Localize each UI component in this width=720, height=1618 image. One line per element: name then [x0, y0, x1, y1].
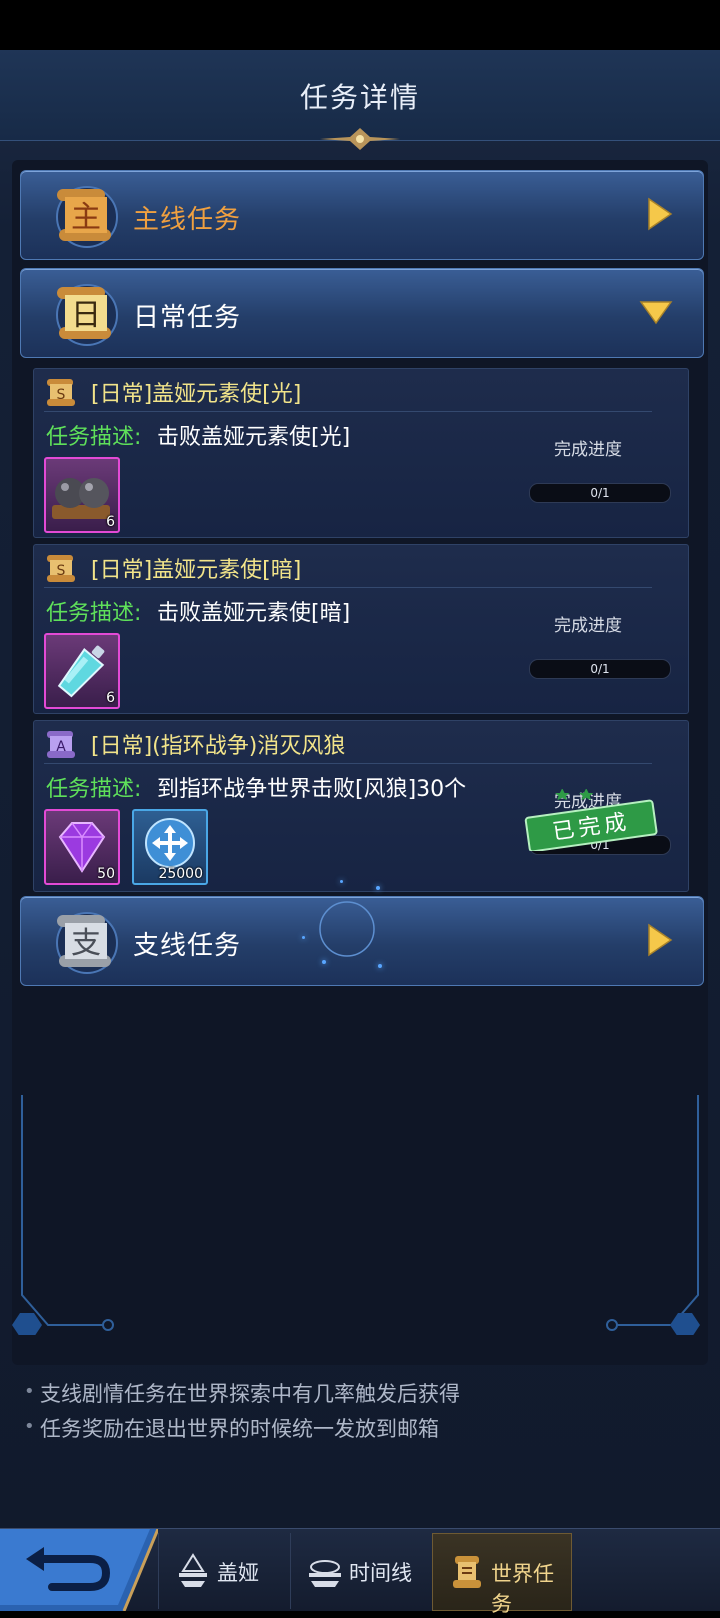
bottom-tab-bar: 盖娅 时间线 世界任务 [0, 1528, 720, 1616]
progress-label: 完成进度 [554, 440, 622, 460]
tab-timeline[interactable]: 时间线 [290, 1533, 429, 1609]
progress-label: 完成进度 [554, 616, 622, 636]
ornament-icon [320, 128, 400, 150]
task-item[interactable]: A [日常](指环战争)消灭风狼 任务描述: 到指环战争世界击败[风狼]30个 … [33, 720, 689, 892]
task-title: [日常](指环战争)消灭风狼 [91, 734, 346, 759]
svg-text:支: 支 [71, 926, 101, 961]
svg-text:S: S [57, 563, 66, 579]
category-label-main: 主线任务 [133, 205, 242, 235]
corner-decoration-left [12, 1095, 114, 1335]
divider [44, 763, 652, 764]
daily-scroll-icon: S [47, 555, 75, 582]
tab-label: 盖娅 [217, 1561, 259, 1585]
task-desc-label: 任务描述: [46, 777, 142, 802]
rune-scroll-icon: A [47, 731, 75, 758]
sparkle [376, 886, 380, 890]
reward-item[interactable]: 6 [44, 633, 120, 709]
reward-count: 25000 [158, 866, 203, 882]
reward-count: 6 [106, 690, 115, 706]
task-desc: 击败盖娅元素使[暗] [157, 601, 351, 626]
status-bar [0, 0, 720, 50]
tab-label: 世界任务 [491, 1562, 554, 1616]
task-item[interactable]: S [日常]盖娅元素使[暗] 任务描述: 击败盖娅元素使[暗] 6 完成进度 0… [33, 544, 689, 714]
daily-scroll-icon: S [47, 379, 75, 406]
progress-text: 0/1 [590, 662, 610, 676]
note-item: • 支线剧情任务在世界探索中有几率触发后获得 [24, 1381, 460, 1406]
note-item: • 任务奖励在退出世界的时候统一发放到邮箱 [24, 1416, 439, 1441]
reward-item[interactable]: 50 [44, 809, 120, 885]
reward-count: 50 [97, 866, 115, 882]
notes: • 支线剧情任务在世界探索中有几率触发后获得 • 任务奖励在退出世界的时候统一发放到… [12, 1378, 708, 1448]
category-label-daily: 日常任务 [133, 303, 242, 333]
sparkle [302, 936, 305, 939]
task-desc: 到指环战争世界击败[风狼]30个 [157, 777, 467, 802]
svg-text:日: 日 [71, 298, 101, 333]
task-title: [日常]盖娅元素使[光] [91, 382, 302, 407]
progress-bar: 0/1 [529, 659, 671, 679]
arrow-right-icon [648, 197, 673, 231]
category-main[interactable]: 主 主线任务 [20, 170, 704, 260]
svg-text:A: A [56, 739, 66, 755]
task-desc: 击败盖娅元素使[光] [157, 425, 351, 450]
page-title: 任务详情 [299, 81, 420, 114]
task-desc-label: 任务描述: [46, 425, 142, 450]
app-screen: 任务详情 主 主线任务 日 日常任务 S [日常]盖娅元素使[光] 任务描述: … [0, 50, 720, 1616]
svg-text:S: S [57, 387, 66, 403]
corner-decoration-right [606, 1095, 700, 1335]
tab-world-task[interactable]: 世界任务 [432, 1533, 572, 1616]
timeline-icon [309, 1560, 341, 1587]
reward-item[interactable]: 6 [44, 457, 120, 533]
completed-stamp: 已完成 [524, 789, 658, 851]
touch-ripple [319, 901, 375, 957]
arrow-down-icon [639, 301, 673, 325]
divider [44, 587, 652, 588]
divider [44, 411, 652, 412]
back-button[interactable] [0, 1529, 158, 1611]
arrow-right-icon [648, 923, 673, 957]
category-label-side: 支线任务 [133, 931, 242, 961]
world-task-icon [453, 1556, 481, 1588]
reward-item[interactable]: 25000 [132, 809, 208, 885]
task-desc-label: 任务描述: [46, 601, 142, 626]
reward-count: 6 [106, 514, 115, 530]
scroll-emblem-icon: 支 [56, 912, 118, 974]
progress-text: 0/1 [590, 486, 610, 500]
sparkle [378, 964, 382, 968]
tab-gaia[interactable]: 盖娅 [158, 1533, 297, 1609]
svg-text:主: 主 [71, 200, 101, 235]
category-daily[interactable]: 日 日常任务 [20, 268, 704, 358]
scroll-emblem-icon: 日 [56, 284, 118, 346]
task-item[interactable]: S [日常]盖娅元素使[光] 任务描述: 击败盖娅元素使[光] 6 完成进度 0… [33, 368, 689, 538]
progress-bar: 0/1 [529, 483, 671, 503]
tab-label: 时间线 [349, 1561, 412, 1585]
task-title: [日常]盖娅元素使[暗] [91, 558, 302, 583]
category-side[interactable]: 支 支线任务 [20, 896, 704, 986]
sparkle [322, 960, 326, 964]
sparkle [340, 880, 343, 883]
gaia-icon [179, 1553, 207, 1587]
header: 任务详情 [0, 50, 720, 150]
scroll-emblem-icon: 主 [56, 186, 118, 248]
